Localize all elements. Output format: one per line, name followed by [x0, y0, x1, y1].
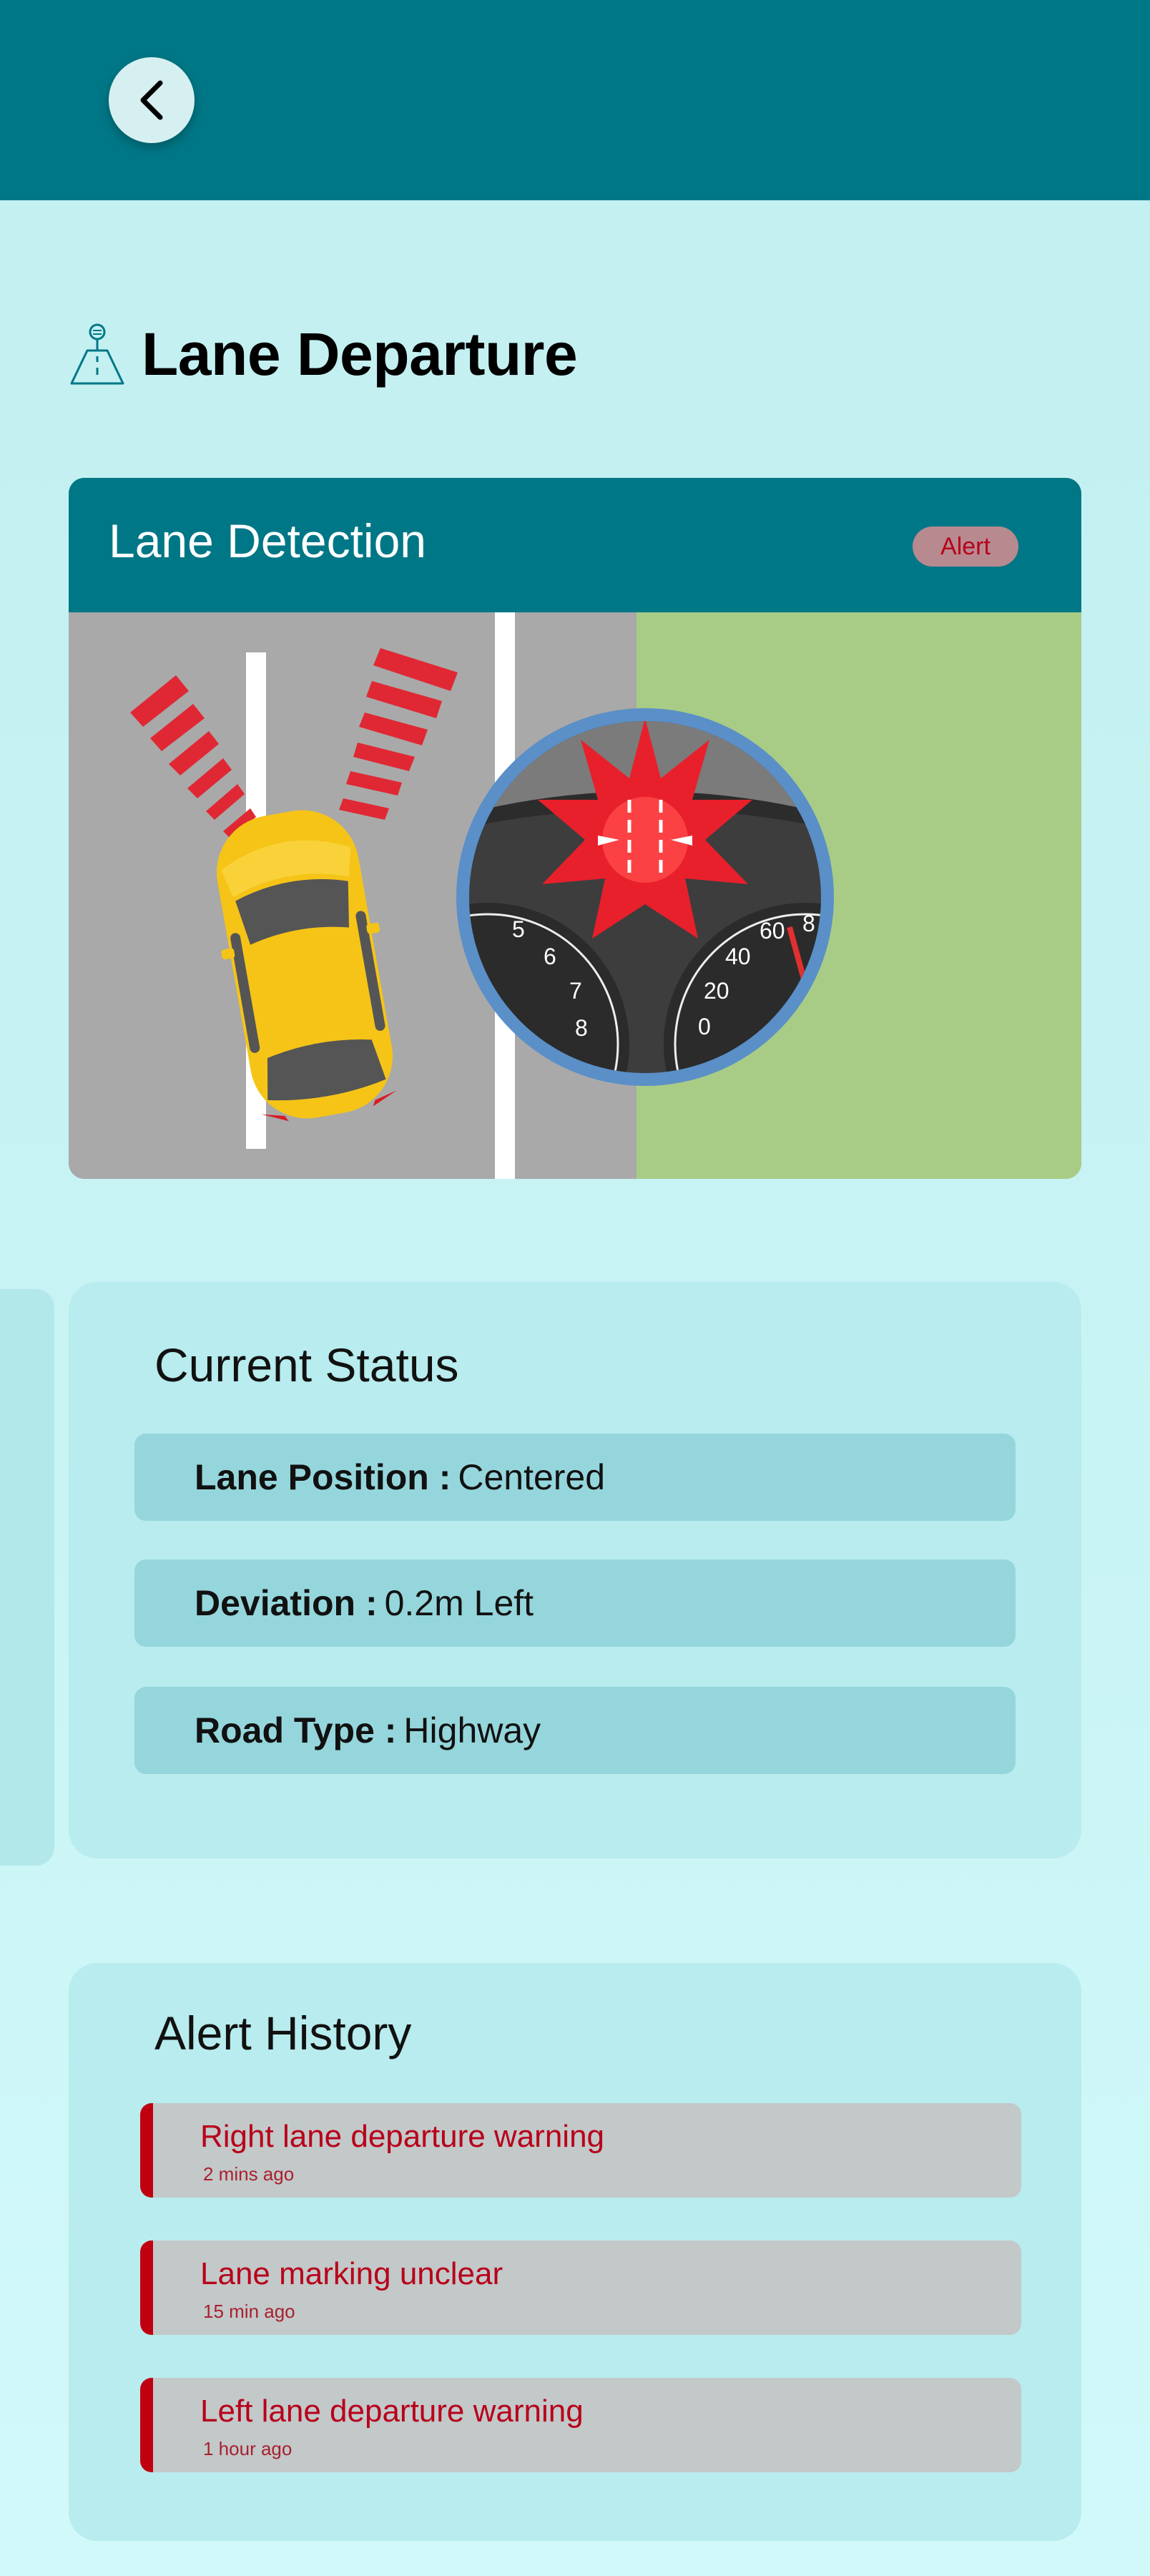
current-status-card: Current Status Lane Position : Centered …: [69, 1282, 1081, 1858]
alert-time: 1 hour ago: [203, 2438, 293, 2459]
alert-history-item[interactable]: Lane marking unclear 15 min ago: [140, 2240, 1021, 2335]
lane-detection-card: Lane Detection Alert 5 6 7 8 0 20 40 60 …: [69, 478, 1081, 1179]
lane-departure-illustration: 5 6 7 8 0 20 40 60 8: [69, 612, 1081, 1179]
alert-badge: Alert: [913, 527, 1018, 567]
alert-history-card: Alert History Right lane departure warni…: [69, 1963, 1081, 2541]
status-key: Deviation :: [195, 1583, 378, 1623]
status-row-road-type: Road Type : Highway: [134, 1687, 1016, 1774]
top-app-bar: [0, 0, 1150, 200]
gauge-right-tick: 60: [760, 918, 785, 944]
gauge-right-tick: 20: [704, 978, 729, 1004]
gauge-right-tick: 8: [802, 911, 815, 936]
status-row-deviation: Deviation : 0.2m Left: [134, 1559, 1016, 1647]
gauge-left-tick: 7: [569, 978, 582, 1004]
gauge-right-tick: 40: [725, 944, 751, 969]
alert-time: 15 min ago: [203, 2301, 295, 2322]
status-value: Highway: [403, 1710, 541, 1750]
status-row-lane-position: Lane Position : Centered: [134, 1434, 1016, 1521]
carousel-peek-card: [0, 1289, 54, 1866]
status-value: 0.2m Left: [384, 1583, 534, 1623]
alert-title: Lane marking unclear: [200, 2256, 503, 2291]
status-key: Road Type :: [195, 1710, 397, 1750]
alert-title: Left lane departure warning: [200, 2394, 584, 2429]
alert-time: 2 mins ago: [203, 2163, 295, 2185]
gauge-left-tick: 5: [512, 916, 525, 942]
alert-title: Right lane departure warning: [200, 2119, 605, 2154]
chevron-left-icon: [140, 80, 163, 120]
road-sign-icon: [70, 323, 124, 385]
alert-history-heading: Alert History: [154, 2007, 412, 2060]
current-status-heading: Current Status: [154, 1338, 459, 1391]
status-key: Lane Position :: [195, 1457, 451, 1497]
gauge-right-tick: 0: [698, 1014, 711, 1039]
page-title: Lane Departure: [142, 320, 578, 388]
status-value: Centered: [458, 1457, 606, 1497]
alert-history-item[interactable]: Left lane departure warning 1 hour ago: [140, 2378, 1021, 2472]
page-title-row: Lane Departure: [69, 315, 578, 393]
gauge-left-tick: 8: [575, 1015, 588, 1041]
alert-history-item[interactable]: Right lane departure warning 2 mins ago: [140, 2103, 1021, 2198]
lane-detection-title: Lane Detection: [109, 514, 426, 567]
gauge-left-tick: 6: [544, 944, 556, 969]
lane-detection-header: Lane Detection Alert: [69, 478, 1081, 612]
back-button[interactable]: [109, 57, 195, 143]
